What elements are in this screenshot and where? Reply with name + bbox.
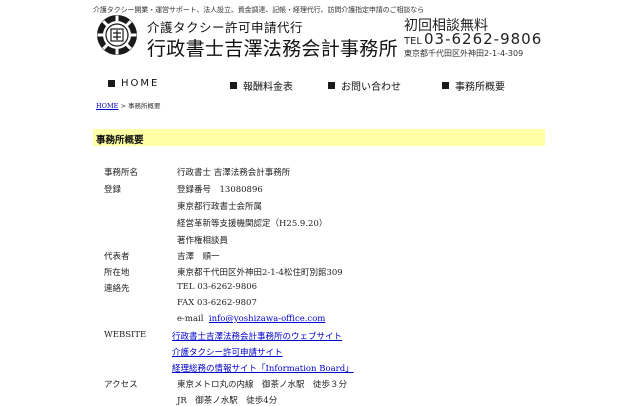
label-website: WEBSITE	[104, 330, 147, 340]
label-address: 所在地	[104, 268, 130, 278]
nav-fees-label: 報酬料金表	[243, 82, 293, 93]
value-email-row: e-mail info@yoshizawa-office.com	[177, 314, 325, 324]
main-nav: HOME 報酬料金表 お問い合わせ 事務所概要	[96, 78, 544, 96]
value-access-metro: 東京メトロ丸の内線 御茶ノ水駅 徒歩３分	[177, 380, 348, 390]
value-access-jr: JR 御茶ノ水駅 徒歩4分	[177, 396, 278, 406]
square-bullet-icon	[230, 82, 237, 89]
section-title: 事務所概要	[96, 135, 144, 146]
breadcrumb-current: 事務所概要	[128, 102, 161, 110]
square-bullet-icon	[442, 82, 449, 89]
label-access: アクセス	[104, 380, 138, 390]
header-tagline: 介護タクシー開業・運営サポート、法人設立、資金調達、記帳・経理代行、訪問介護指定…	[93, 6, 425, 14]
nav-contact-label: お問い合わせ	[341, 82, 401, 93]
value-fax: FAX 03-6262-9807	[177, 298, 257, 308]
section-header-bar	[93, 129, 545, 146]
value-tel: TEL 03-6262-9806	[177, 282, 258, 292]
value-office-name: 行政書士 吉澤法務会計事務所	[177, 168, 291, 178]
site-title[interactable]: 行政書士吉澤法務会計事務所	[147, 34, 398, 61]
square-bullet-icon	[108, 80, 115, 87]
website-link-info-board[interactable]: 経理総務の情報サイト「Information Board」	[172, 362, 354, 374]
breadcrumb-home-link[interactable]: HOME	[96, 102, 118, 110]
seal-logo-icon	[97, 15, 137, 55]
breadcrumb-separator: >	[120, 102, 126, 110]
nav-about[interactable]: 事務所概要	[442, 78, 505, 93]
nav-home[interactable]: HOME	[108, 78, 159, 89]
email-prefix: e-mail	[177, 314, 204, 324]
phone-number: 03-6262-9806	[424, 30, 543, 48]
label-contact: 連絡先	[104, 284, 130, 294]
breadcrumb: HOME > 事務所概要	[96, 100, 161, 110]
nav-contact[interactable]: お問い合わせ	[328, 78, 401, 93]
header-phone: TEL 03-6262-9806	[404, 30, 542, 48]
value-registration-assoc: 東京都行政書士会所属	[177, 202, 263, 212]
header-address: 東京都千代田区外神田2-1-4-309	[404, 49, 524, 58]
label-registration: 登録	[104, 185, 122, 195]
label-office-name: 事務所名	[104, 168, 139, 178]
nav-fees[interactable]: 報酬料金表	[230, 78, 293, 93]
value-address: 東京都千代田区外神田2-1-4松住町別館309	[177, 268, 343, 278]
nav-about-label: 事務所概要	[455, 82, 505, 93]
value-registration-cert: 経営革新等支援機関認定（H25.9.20）	[177, 219, 328, 229]
tel-prefix: TEL	[404, 36, 422, 47]
value-registration-copyright: 著作権相談員	[177, 236, 229, 246]
nav-home-label: HOME	[121, 78, 160, 89]
value-registration-number: 登録番号 13080896	[177, 185, 263, 195]
website-link-office[interactable]: 行政書士吉澤法務会計事務所のウェブサイト	[172, 330, 342, 342]
value-representative: 吉澤 順一	[177, 252, 220, 262]
square-bullet-icon	[328, 82, 335, 89]
website-link-taxi[interactable]: 介護タクシー許可申請サイト	[172, 346, 283, 358]
email-link[interactable]: info@yoshizawa-office.com	[209, 314, 326, 324]
label-representative: 代表者	[104, 252, 130, 262]
